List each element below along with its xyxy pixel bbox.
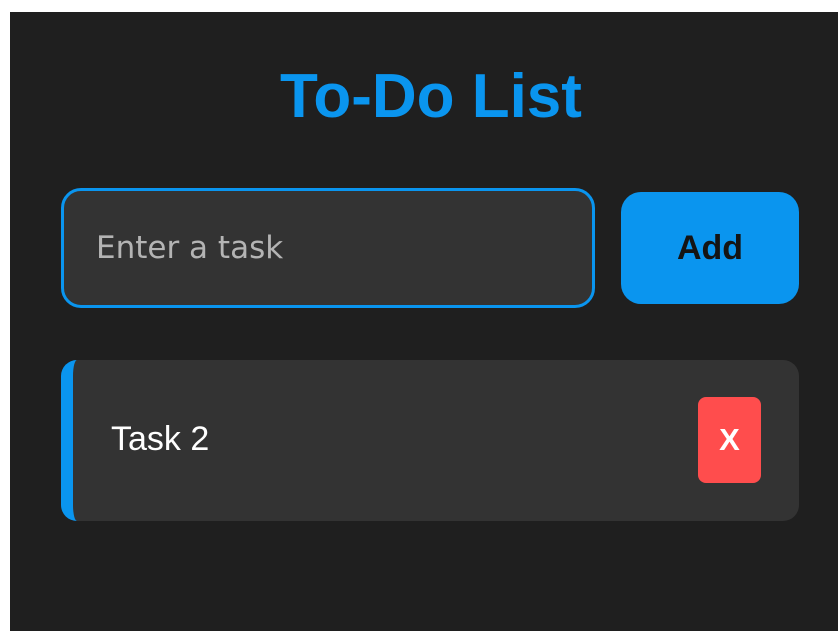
delete-task-button[interactable]: X: [698, 397, 761, 483]
todo-app: To-Do List Add Task 2 X: [10, 12, 838, 631]
task-label: Task 2: [111, 420, 210, 458]
task-item: Task 2 X: [61, 360, 799, 521]
task-input[interactable]: [61, 188, 595, 308]
task-list: Task 2 X: [61, 360, 799, 521]
page-title: To-Do List: [280, 62, 582, 131]
add-task-button[interactable]: Add: [621, 192, 799, 304]
